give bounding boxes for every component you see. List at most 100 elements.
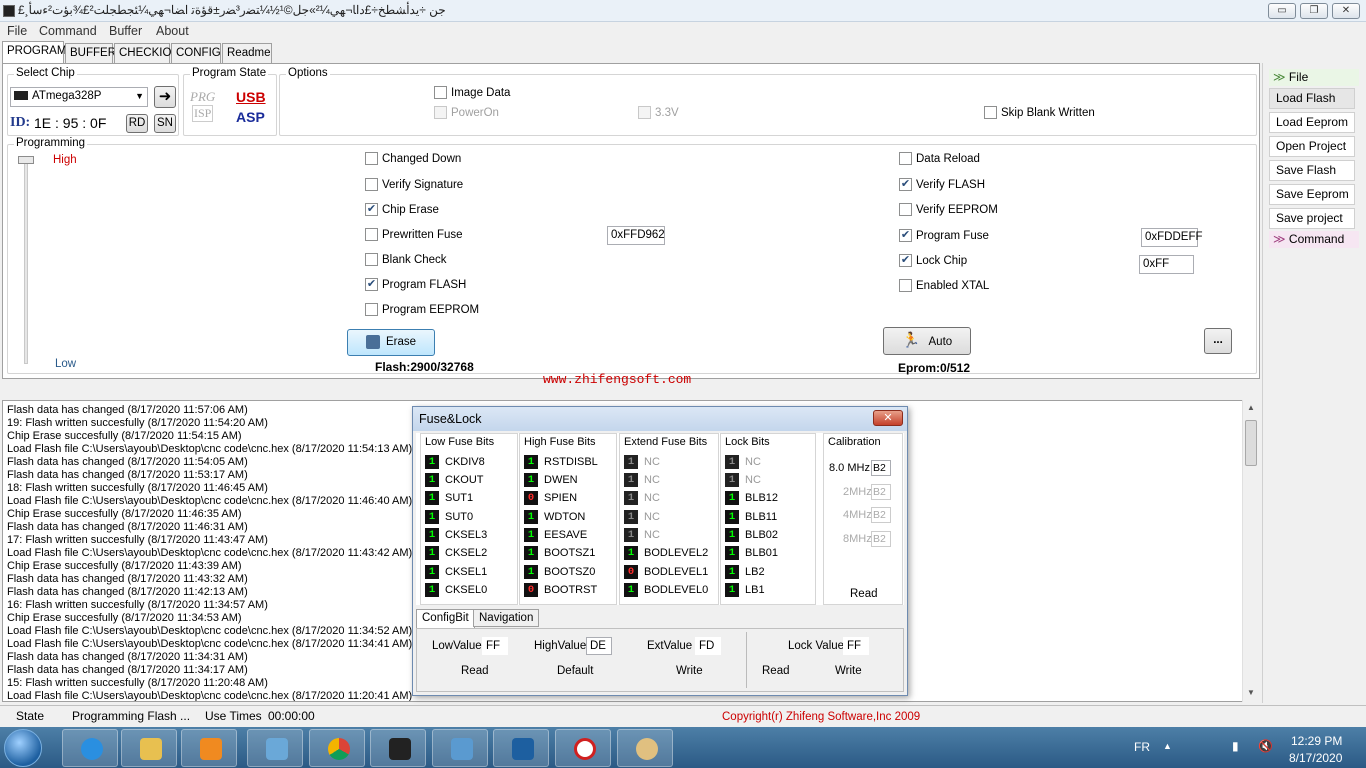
program-flash-checkbox[interactable]: ✔ Program FLASH [365,278,466,291]
verify-eeprom-checkbox[interactable]: Verify EEPROM [899,203,998,216]
fuse-bit-toggle[interactable]: 0 [624,565,638,579]
fuse-bit-toggle[interactable]: 1 [624,583,638,597]
paint-icon[interactable] [617,729,673,767]
programmer-icon[interactable] [493,729,549,767]
program-fuse-checkbox[interactable]: ✔ Program Fuse [899,229,989,242]
fuse-bit-toggle[interactable]: 1 [425,455,439,469]
fuse-bit-toggle[interactable]: 1 [425,528,439,542]
tray-expand-icon[interactable]: ▲ [1163,741,1172,751]
lock-write-button[interactable]: Write [835,665,862,677]
fuse-default-button[interactable]: Default [557,665,593,677]
fuse-bit-toggle[interactable]: 1 [524,565,538,579]
fuse-bit-toggle[interactable]: 1 [425,565,439,579]
start-button[interactable] [4,729,42,767]
auto-button[interactable]: 🏃 Auto [883,327,971,355]
fuse-bit-toggle[interactable]: 1 [725,455,739,469]
file-section-header[interactable]: ≫ File [1269,69,1359,86]
fuse-bit-toggle[interactable]: 1 [624,491,638,505]
fuse-bit-toggle[interactable]: 1 [425,583,439,597]
scroll-thumb[interactable] [1245,420,1257,466]
log-scrollbar[interactable]: ▲ ▼ [1242,400,1259,702]
fuse-bit-toggle[interactable]: 0 [524,491,538,505]
chrome-icon[interactable] [309,729,365,767]
calib-value-2[interactable]: B2 [871,484,891,500]
tab-readme[interactable]: Readme [222,43,272,63]
fuse-bit-toggle[interactable]: 1 [425,473,439,487]
fuse-bit-toggle[interactable]: 1 [624,510,638,524]
fuse-bit-toggle[interactable]: 1 [624,455,638,469]
tab-program[interactable]: PROGRAM [2,41,66,63]
command-section-header[interactable]: ≫ Command [1269,231,1359,248]
menu-command[interactable]: Command [39,24,97,38]
fuse-bit-toggle[interactable]: 1 [624,528,638,542]
clock-time[interactable]: 12:29 PM [1291,734,1342,748]
fuse-bit-toggle[interactable]: 1 [425,491,439,505]
fuse-bit-toggle[interactable]: 0 [524,583,538,597]
dialog-close-button[interactable]: ✕ [873,410,903,426]
sn-button[interactable]: SN [154,114,176,133]
fuse-bit-toggle[interactable]: 1 [725,546,739,560]
fuse-write-button[interactable]: Write [676,665,703,677]
erase-button[interactable]: Erase [347,329,435,356]
load-eeprom-button[interactable]: Load Eeprom [1269,112,1355,133]
prewritten-fuse-checkbox[interactable]: Prewritten Fuse [365,228,463,241]
ext-value-field[interactable]: FD [695,637,721,655]
fuse-bit-toggle[interactable]: 1 [624,473,638,487]
language-indicator[interactable]: FR [1134,740,1150,754]
scroll-up-icon[interactable]: ▲ [1247,403,1255,412]
speed-slider[interactable] [17,156,35,368]
enabled-xtal-checkbox[interactable]: Enabled XTAL [899,279,989,292]
lock-chip-checkbox[interactable]: ✔ Lock Chip [899,254,967,267]
fuse-bit-toggle[interactable]: 1 [524,510,538,524]
tab-config[interactable]: CONFIG [171,43,221,63]
menu-buffer[interactable]: Buffer [109,24,142,38]
tab-configbit[interactable]: ConfigBit [416,609,475,629]
open-project-button[interactable]: Open Project [1269,136,1355,157]
fuse-bit-toggle[interactable]: 1 [524,528,538,542]
clock-icon[interactable] [555,729,611,767]
fuse-read-button[interactable]: Read [461,665,489,677]
data-reload-checkbox[interactable]: Data Reload [899,152,980,165]
minimize-button[interactable]: ▭ [1268,3,1296,19]
rd-button[interactable]: RD [126,114,148,133]
tab-navigation[interactable]: Navigation [473,609,540,627]
calib-read-button[interactable]: Read [850,588,878,600]
high-value-field[interactable]: DE [586,637,612,655]
verify-flash-checkbox[interactable]: ✔ Verify FLASH [899,178,985,191]
verify-signature-checkbox[interactable]: Verify Signature [365,178,463,191]
lock-value-field[interactable]: 0xFF [1139,255,1194,274]
prewritten-fuse-field[interactable]: 0xFFD962 [607,226,665,245]
low-value-field[interactable]: FF [482,637,508,655]
fuse-bit-toggle[interactable]: 1 [725,473,739,487]
scroll-down-icon[interactable]: ▼ [1247,688,1255,697]
fuse-bit-toggle[interactable]: 1 [524,546,538,560]
chip-erase-checkbox[interactable]: ✔ Chip Erase [365,203,439,216]
save-flash-button[interactable]: Save Flash [1269,160,1355,181]
tool-icon[interactable] [247,729,303,767]
fuse-bit-toggle[interactable]: 1 [524,455,538,469]
power-on-checkbox[interactable]: PowerOn [434,106,499,119]
save-project-button[interactable]: Save project [1269,208,1355,229]
go-arrow-button[interactable]: ➜ [154,86,176,108]
fuse-bit-toggle[interactable]: 1 [624,546,638,560]
changed-down-checkbox[interactable]: Changed Down [365,152,461,165]
close-button[interactable]: ✕ [1332,3,1360,19]
tab-checkio[interactable]: CHECKIO [114,43,171,63]
ie-icon[interactable] [62,729,118,767]
calib-value-3[interactable]: B2 [871,507,891,523]
fuse-bit-toggle[interactable]: 1 [725,491,739,505]
dialog-lock-value-field[interactable]: FF [843,637,869,655]
slider-thumb[interactable] [18,156,34,164]
menu-about[interactable]: About [156,24,189,38]
fuse-value-field[interactable]: 0xFDDEFF [1141,228,1203,247]
calib-value-4[interactable]: B2 [871,531,891,547]
fuse-bit-toggle[interactable]: 1 [425,546,439,560]
network-icon[interactable]: ▮ [1232,739,1239,753]
fuse-bit-toggle[interactable]: 1 [725,528,739,542]
fuse-bit-toggle[interactable]: 1 [725,583,739,597]
fuse-bit-toggle[interactable]: 1 [725,510,739,524]
calib-value-1[interactable]: B2 [871,460,891,476]
fuse-bit-toggle[interactable]: 1 [725,565,739,579]
load-flash-button[interactable]: Load Flash [1269,88,1355,109]
lock-read-button[interactable]: Read [762,665,790,677]
